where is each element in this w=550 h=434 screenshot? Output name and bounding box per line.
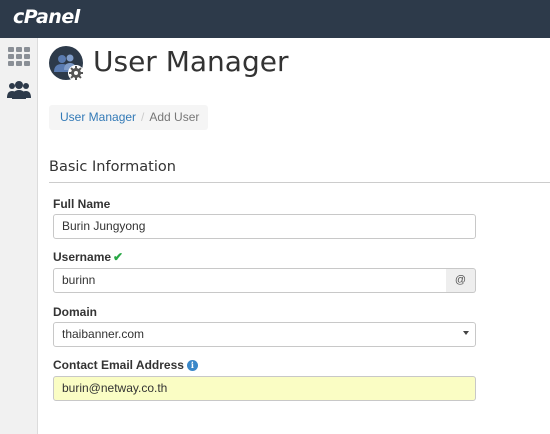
full-name-input[interactable]: Burin Jungyong — [53, 214, 476, 239]
caret-down-icon — [463, 331, 469, 335]
domain-select[interactable]: thaibanner.com — [53, 322, 476, 347]
main-content: User Manager User Manager / Add User Basic… — [38, 38, 550, 434]
info-icon[interactable]: i — [186, 360, 198, 371]
domain-label: Domain — [53, 305, 98, 319]
contact-email-label-row: Contact Email Address i — [53, 358, 198, 372]
section-divider — [49, 182, 550, 183]
cpanel-logo[interactable]: cPanel — [13, 6, 80, 28]
username-input[interactable]: burinn — [53, 268, 447, 293]
check-icon: ✔ — [113, 250, 124, 264]
sidebar — [0, 38, 38, 434]
contact-email-label: Contact Email Address — [53, 358, 184, 372]
breadcrumb-separator: / — [141, 110, 145, 124]
section-title: Basic Information — [49, 159, 176, 175]
page-title: User Manager — [93, 45, 289, 78]
contact-email-input[interactable]: burin@netway.co.th — [53, 376, 476, 401]
breadcrumb-current: Add User — [149, 110, 200, 124]
breadcrumb: User Manager / Add User — [49, 105, 208, 130]
username-label-row: Username ✔ — [53, 250, 123, 264]
users-icon[interactable] — [7, 78, 31, 102]
user-manager-gear-icon — [49, 46, 84, 81]
top-bar: cPanel — [0, 0, 550, 38]
full-name-label: Full Name — [53, 197, 111, 211]
at-sign-addon: @ — [446, 268, 476, 293]
grid-icon[interactable] — [7, 44, 31, 68]
breadcrumb-link-user-manager[interactable]: User Manager — [60, 110, 136, 124]
domain-selected-value: thaibanner.com — [62, 327, 145, 341]
username-label: Username — [53, 250, 112, 264]
